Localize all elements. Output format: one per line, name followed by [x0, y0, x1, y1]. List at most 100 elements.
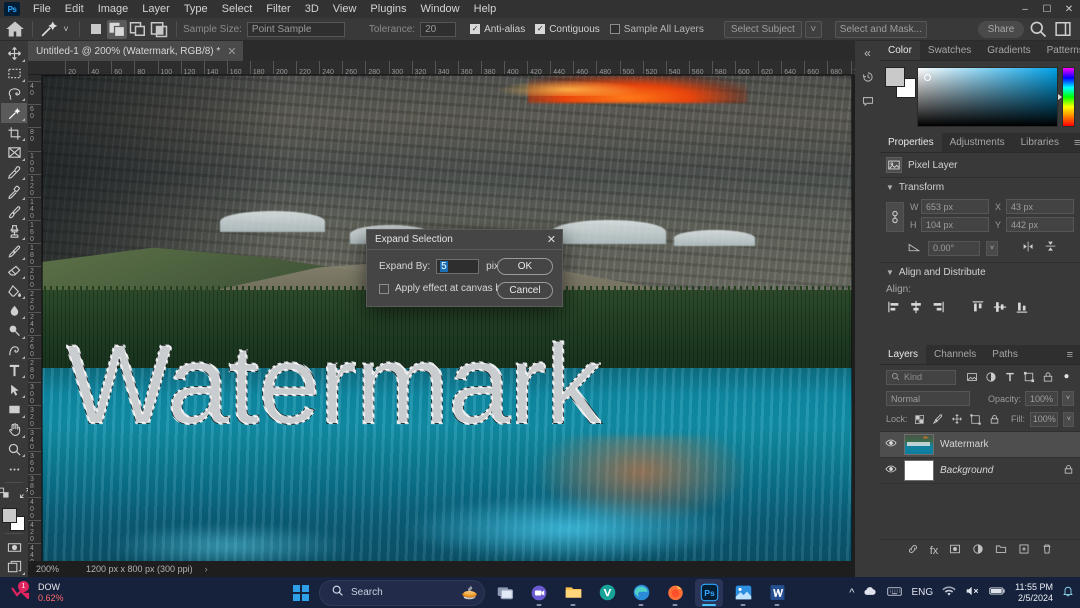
layer-row-watermark[interactable]: Watermark	[880, 432, 1080, 458]
subtract-from-selection-button[interactable]	[128, 20, 148, 39]
history-brush-tool[interactable]	[1, 242, 27, 262]
magic-wand-tool[interactable]	[1, 103, 27, 123]
color-swatches[interactable]	[1, 507, 27, 530]
opacity-input[interactable]: 100%	[1025, 391, 1058, 406]
menu-image[interactable]: Image	[91, 1, 136, 17]
spot-healing-brush-tool[interactable]	[1, 182, 27, 202]
expand-by-input[interactable]: 5	[436, 259, 479, 274]
transform-section-header[interactable]: ▼ Transform	[880, 177, 1080, 197]
width-input[interactable]: 653 px	[921, 199, 989, 214]
screen-mode-icon[interactable]	[1, 557, 27, 577]
wifi-icon[interactable]	[942, 585, 956, 600]
frame-tool[interactable]	[1, 143, 27, 163]
sample-all-layers-checkbox[interactable]: Sample All Layers	[610, 24, 704, 35]
history-panel-icon[interactable]	[855, 65, 880, 89]
opacity-stepper[interactable]: ˅	[1062, 391, 1074, 406]
clone-stamp-tool[interactable]	[1, 222, 27, 242]
add-mask-icon[interactable]	[949, 543, 961, 558]
canvas[interactable]: Watermark Watermark	[42, 75, 852, 563]
flip-vertical-icon[interactable]	[1042, 240, 1058, 256]
paint-bucket-tool[interactable]	[1, 281, 27, 301]
color-cursor[interactable]	[924, 74, 931, 81]
zoom-level[interactable]: 200%	[28, 564, 74, 574]
contiguous-checkbox[interactable]: ✓ Contiguous	[535, 24, 600, 35]
color-field[interactable]	[917, 67, 1058, 127]
foreground-color-swatch[interactable]	[885, 67, 905, 87]
ok-button[interactable]: OK	[497, 258, 553, 275]
hue-slider[interactable]	[1062, 67, 1075, 127]
expand-panels-icon[interactable]: «	[855, 41, 880, 65]
height-input[interactable]: 104 px	[921, 217, 989, 232]
intersect-selection-button[interactable]	[149, 20, 169, 39]
share-button[interactable]: Share	[978, 21, 1024, 38]
tab-channels[interactable]: Channels	[926, 345, 984, 364]
comments-panel-icon[interactable]	[855, 89, 880, 113]
zoom-tool[interactable]	[1, 440, 27, 460]
eyedropper-tool[interactable]	[1, 163, 27, 183]
filter-adjustment-icon[interactable]	[983, 369, 998, 385]
blend-mode-select[interactable]: Normal	[886, 391, 970, 406]
maximize-button[interactable]: ☐	[1036, 0, 1058, 18]
select-subject-button[interactable]: Select Subject	[724, 21, 802, 38]
tab-gradients[interactable]: Gradients	[979, 41, 1038, 60]
menu-help[interactable]: Help	[467, 1, 504, 17]
select-and-mask-button[interactable]: Select and Mask...	[835, 21, 927, 38]
magic-wand-icon[interactable]	[39, 20, 59, 39]
rectangle-tool[interactable]	[1, 400, 27, 420]
weather-widget-icon[interactable]: 🥧	[462, 585, 478, 601]
menu-window[interactable]: Window	[414, 1, 467, 17]
hue-marker[interactable]	[1058, 94, 1062, 100]
x-input[interactable]: 43 px	[1006, 199, 1074, 214]
align-section-header[interactable]: ▼ Align and Distribute	[880, 262, 1080, 282]
fill-stepper[interactable]: ˅	[1063, 412, 1074, 427]
workspace-icon[interactable]	[1053, 20, 1073, 39]
eraser-tool[interactable]	[1, 262, 27, 282]
lasso-tool[interactable]	[1, 84, 27, 104]
search-icon[interactable]	[1028, 20, 1048, 39]
close-icon[interactable]: ✕	[227, 45, 236, 58]
anti-alias-checkbox[interactable]: ✓ Anti-alias	[470, 24, 525, 35]
close-icon[interactable]: ✕	[547, 233, 556, 246]
select-subject-caret-icon[interactable]: ˅	[805, 21, 822, 38]
link-dimensions-icon[interactable]	[886, 202, 904, 232]
angle-input[interactable]: 0.00°	[928, 241, 980, 256]
menu-filter[interactable]: Filter	[259, 1, 297, 17]
status-expand-icon[interactable]: ›	[205, 564, 208, 574]
add-to-selection-button[interactable]	[107, 20, 127, 39]
brush-tool[interactable]	[1, 202, 27, 222]
quick-mask-icon[interactable]	[1, 537, 27, 557]
menu-layer[interactable]: Layer	[135, 1, 177, 17]
lock-image-pixels-icon[interactable]	[931, 411, 945, 427]
taskbar-widgets[interactable]: 1 DOW 0.62%	[0, 582, 64, 604]
lock-transparent-pixels-icon[interactable]	[913, 411, 927, 427]
adjustment-layer-icon[interactable]	[972, 543, 984, 558]
document-tab[interactable]: Untitled-1 @ 200% (Watermark, RGB/8) * ✕	[28, 41, 243, 61]
new-group-icon[interactable]	[995, 543, 1007, 558]
dodge-tool[interactable]	[1, 321, 27, 341]
tool-preset-caret-icon[interactable]: ˅	[60, 20, 72, 39]
close-button[interactable]: ✕	[1058, 0, 1080, 18]
y-input[interactable]: 442 px	[1006, 217, 1074, 232]
battery-icon[interactable]	[989, 586, 1006, 599]
align-bottom-edges-icon[interactable]	[1014, 299, 1030, 315]
filter-type-icon[interactable]	[1002, 369, 1017, 385]
onedrive-icon[interactable]	[863, 586, 878, 600]
menu-edit[interactable]: Edit	[58, 1, 91, 17]
rectangular-marquee-tool[interactable]	[1, 64, 27, 84]
stock-widget[interactable]: DOW 0.62%	[38, 582, 64, 603]
crop-tool[interactable]	[1, 123, 27, 143]
menu-file[interactable]: File	[26, 1, 58, 17]
photoshop-icon[interactable]: Ps	[695, 579, 723, 607]
filter-shape-icon[interactable]	[1021, 369, 1036, 385]
teams-icon[interactable]	[525, 579, 553, 607]
task-view-icon[interactable]	[491, 579, 519, 607]
layer-row-background[interactable]: Background	[880, 458, 1080, 484]
file-explorer-icon[interactable]	[559, 579, 587, 607]
filter-pixel-icon[interactable]	[964, 369, 979, 385]
cancel-button[interactable]: Cancel	[497, 282, 553, 299]
layer-locked-icon[interactable]	[1063, 464, 1074, 478]
hand-tool[interactable]	[1, 420, 27, 440]
layer-filter-select[interactable]: Kind	[886, 370, 956, 385]
windows-start-icon[interactable]	[289, 581, 313, 605]
menu-view[interactable]: View	[326, 1, 364, 17]
